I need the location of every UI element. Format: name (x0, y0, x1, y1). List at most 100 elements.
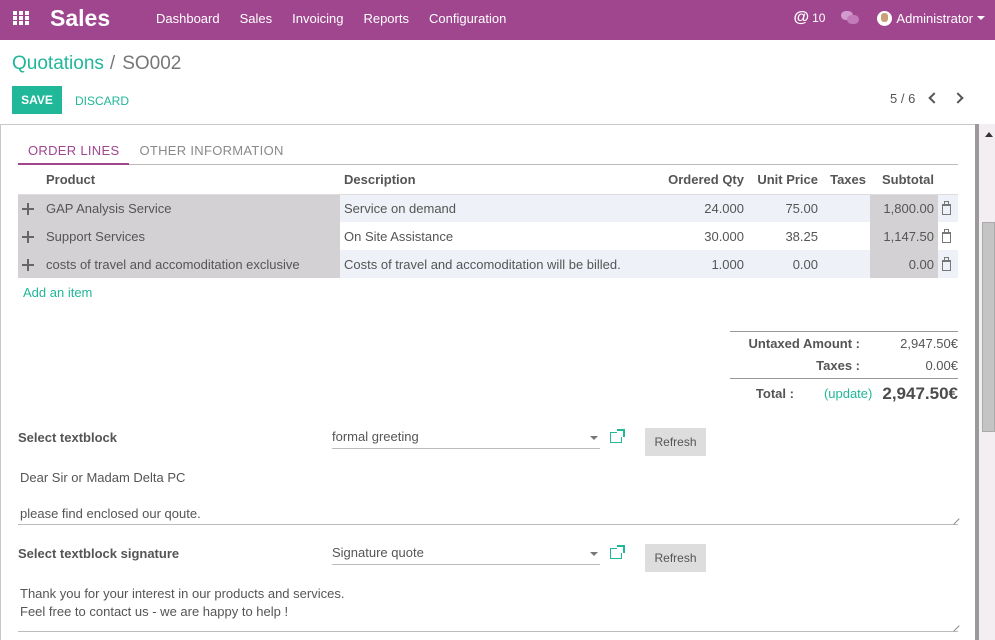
drag-handle-icon[interactable] (22, 259, 34, 272)
signature-select-value: Signature quote (332, 545, 424, 560)
user-menu[interactable]: Administrator (896, 11, 973, 26)
col-taxes[interactable]: Taxes (822, 166, 870, 195)
dropdown-caret-icon[interactable] (590, 552, 598, 556)
col-ordered-qty[interactable]: Ordered Qty (642, 166, 748, 195)
trash-icon[interactable] (942, 200, 951, 215)
order-lines-table: Product Description Ordered Qty Unit Pri… (18, 166, 958, 278)
textblock-select[interactable]: formal greeting (332, 429, 600, 449)
vertical-scrollbar[interactable] (975, 124, 995, 640)
col-description[interactable]: Description (340, 166, 642, 195)
dropdown-caret-icon[interactable] (590, 436, 598, 440)
textblock-textarea[interactable]: Dear Sir or Madam Delta PC please find e… (18, 469, 960, 525)
cell-price[interactable]: 75.00 (748, 194, 822, 222)
cell-product[interactable]: Support Services (42, 222, 340, 250)
scroll-thumb[interactable] (982, 222, 995, 432)
trash-icon[interactable] (942, 228, 951, 243)
breadcrumb-current: SO002 (122, 53, 182, 74)
textblock-line: please find enclosed our qoute. (20, 506, 201, 521)
textblock-label: Select textblock (18, 430, 117, 445)
untaxed-label: Untaxed Amount : (748, 335, 860, 351)
untaxed-value: 2,947.50€ (900, 335, 958, 351)
refresh-textblock-button[interactable]: Refresh (645, 428, 706, 456)
table-row[interactable]: Support Services On Site Assistance 30.0… (18, 222, 958, 250)
textblock-select-value: formal greeting (332, 429, 419, 444)
signature-line: Feel free to contact us - we are happy t… (20, 604, 289, 619)
save-button[interactable]: SAVE (12, 86, 62, 114)
apps-grid-icon[interactable] (13, 11, 30, 25)
top-navbar: Sales Dashboard Sales Invoicing Reports … (0, 0, 995, 40)
textblock-line (20, 487, 958, 505)
signature-textarea[interactable]: Thank you for your interest in our produ… (18, 585, 960, 632)
systray: @ 10 Administrator (793, 9, 985, 27)
scroll-up-arrow-icon[interactable] (985, 132, 993, 137)
total-row: Total : (update) 2,947.50€ (730, 378, 958, 408)
caret-down-icon[interactable] (977, 16, 985, 20)
drag-handle-icon[interactable] (22, 231, 34, 244)
taxes-label: Taxes : (816, 358, 860, 373)
main-menu: Dashboard Sales Invoicing Reports Config… (156, 11, 526, 26)
cell-product[interactable]: costs of travel and accomoditation exclu… (42, 250, 340, 278)
refresh-signature-button[interactable]: Refresh (645, 544, 706, 572)
delete-cell[interactable] (938, 250, 958, 278)
chevron-right-icon[interactable] (952, 92, 964, 104)
cell-description[interactable]: Costs of travel and accomoditation will … (340, 250, 642, 278)
totals-summary: Untaxed Amount : 2,947.50€ Taxes : 0.00€… (730, 331, 958, 408)
drag-handle-icon[interactable] (22, 203, 34, 216)
drag-handle[interactable] (18, 250, 42, 278)
menu-reports[interactable]: Reports (363, 11, 409, 26)
table-row[interactable]: GAP Analysis Service Service on demand 2… (18, 194, 958, 222)
tab-order-lines[interactable]: ORDER LINES (18, 140, 130, 165)
delete-cell[interactable] (938, 222, 958, 250)
drag-column-header (18, 166, 42, 195)
taxes-value: 0.00€ (925, 358, 958, 373)
add-item-link[interactable]: Add an item (23, 285, 92, 300)
cell-taxes[interactable] (822, 194, 870, 222)
untaxed-row: Untaxed Amount : 2,947.50€ (730, 331, 958, 354)
cell-price[interactable]: 38.25 (748, 222, 822, 250)
total-value: 2,947.50€ (882, 383, 958, 403)
cell-taxes[interactable] (822, 222, 870, 250)
total-label: Total : (755, 386, 794, 401)
trash-icon[interactable] (942, 256, 951, 271)
breadcrumb-quotations[interactable]: Quotations (12, 53, 104, 75)
chat-icon[interactable] (841, 11, 860, 25)
tab-other-information[interactable]: OTHER INFORMATION (129, 140, 293, 164)
notebook-tabs: ORDER LINES OTHER INFORMATION (18, 140, 958, 165)
chevron-left-icon[interactable] (928, 92, 940, 104)
drag-handle[interactable] (18, 222, 42, 250)
breadcrumb: Quotations / SO002 (12, 53, 181, 75)
delete-cell[interactable] (938, 194, 958, 222)
update-link[interactable]: (update) (824, 386, 872, 401)
resize-handle-icon[interactable] (948, 620, 960, 632)
discard-button[interactable]: DISCARD (75, 94, 129, 108)
cell-qty[interactable]: 30.000 (642, 222, 748, 250)
cell-taxes[interactable] (822, 250, 870, 278)
mentions-button[interactable]: @ 10 (793, 9, 825, 27)
cell-qty[interactable]: 24.000 (642, 194, 748, 222)
table-header-row: Product Description Ordered Qty Unit Pri… (18, 166, 958, 195)
signature-select[interactable]: Signature quote (332, 545, 600, 565)
menu-configuration[interactable]: Configuration (429, 11, 506, 26)
cell-qty[interactable]: 1.000 (642, 250, 748, 278)
menu-invoicing[interactable]: Invoicing (292, 11, 343, 26)
signature-label: Select textblock signature (18, 546, 180, 561)
cell-price[interactable]: 0.00 (748, 250, 822, 278)
cell-description[interactable]: On Site Assistance (340, 222, 642, 250)
col-product[interactable]: Product (42, 166, 340, 195)
col-unit-price[interactable]: Unit Price (748, 166, 822, 195)
menu-dashboard[interactable]: Dashboard (156, 11, 220, 26)
at-icon: @ (793, 9, 810, 26)
cell-subtotal: 0.00 (870, 250, 938, 278)
cell-subtotal: 1,147.50 (870, 222, 938, 250)
external-link-icon[interactable] (610, 429, 625, 443)
cell-product[interactable]: GAP Analysis Service (42, 194, 340, 222)
col-subtotal[interactable]: Subtotal (870, 166, 938, 195)
breadcrumb-separator: / (109, 53, 116, 74)
avatar[interactable] (877, 10, 893, 26)
external-link-icon[interactable] (610, 545, 625, 559)
table-row[interactable]: costs of travel and accomoditation exclu… (18, 250, 958, 278)
delete-column-header (938, 166, 958, 195)
drag-handle[interactable] (18, 194, 42, 222)
cell-description[interactable]: Service on demand (340, 194, 642, 222)
menu-sales[interactable]: Sales (240, 11, 273, 26)
